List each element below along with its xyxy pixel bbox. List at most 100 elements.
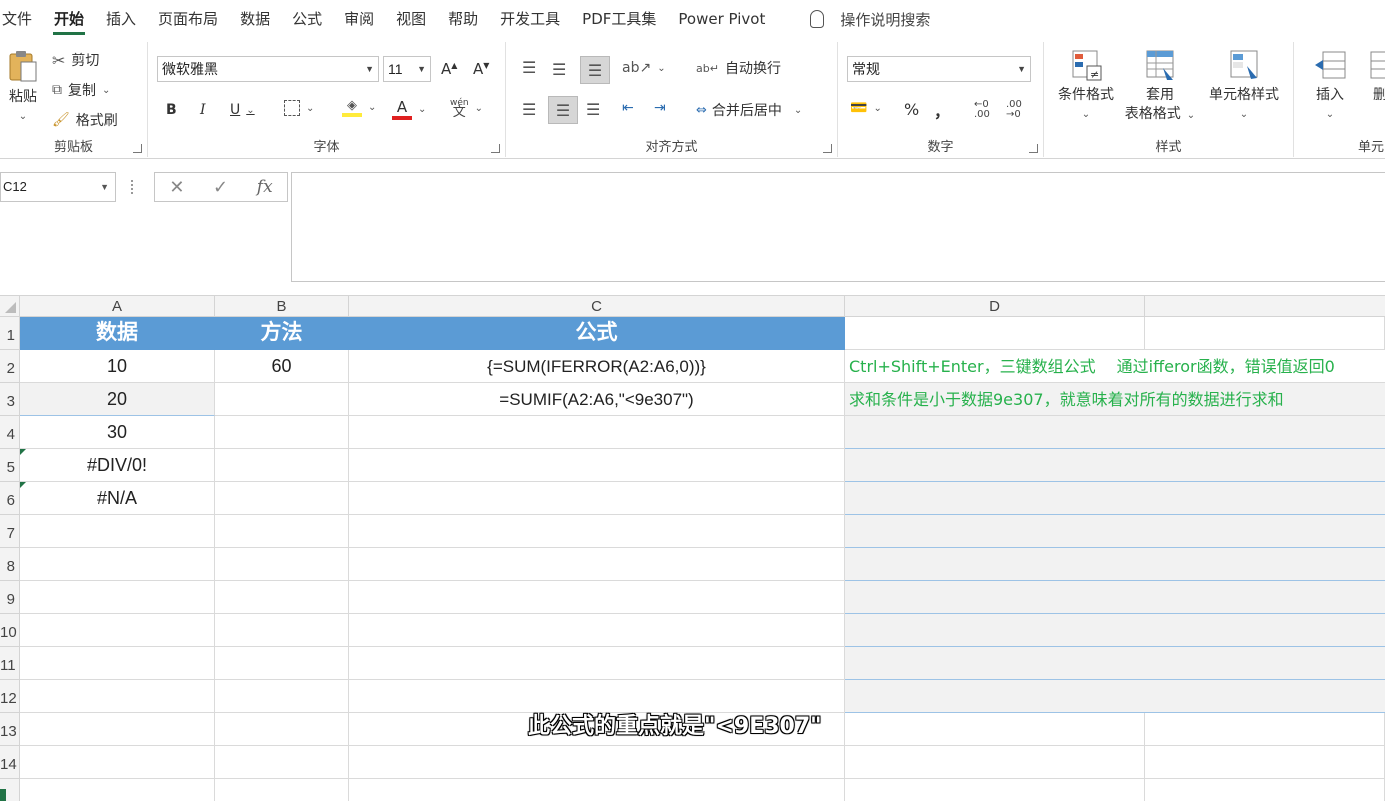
- format-as-table-button[interactable]: 套用 表格格式 ⌄: [1122, 48, 1198, 125]
- decrease-font-size-button[interactable]: A▼: [473, 60, 489, 78]
- cell-b12[interactable]: [215, 680, 349, 713]
- dialog-launcher-icon[interactable]: [491, 144, 500, 153]
- cell-c11[interactable]: [349, 647, 845, 680]
- cell-a3[interactable]: 20: [20, 383, 215, 416]
- cell-styles-button[interactable]: 单元格样式 ⌄: [1202, 48, 1286, 121]
- align-bottom-button[interactable]: ☰: [580, 56, 610, 84]
- copy-button[interactable]: ⧉ 复制 ⌄: [52, 80, 110, 100]
- cell-c14[interactable]: [349, 746, 845, 779]
- tab-help[interactable]: 帮助: [437, 0, 489, 38]
- cell-d5[interactable]: [845, 449, 1385, 482]
- cancel-icon[interactable]: ✕: [169, 177, 184, 198]
- cell-a9[interactable]: [20, 581, 215, 614]
- cell-c15[interactable]: [349, 779, 845, 801]
- cell-d9[interactable]: [845, 581, 1385, 614]
- cell-a1[interactable]: 数据: [20, 317, 215, 350]
- dialog-launcher-icon[interactable]: [823, 144, 832, 153]
- fill-color-button[interactable]: ◈ ⌄: [342, 98, 376, 117]
- column-header-d[interactable]: D: [845, 296, 1145, 317]
- cell-c5[interactable]: [349, 449, 845, 482]
- cell-e1[interactable]: [1145, 317, 1385, 350]
- cell-c3[interactable]: =SUMIF(A2:A6,"<9e307"): [349, 383, 845, 416]
- row-header-12[interactable]: 12: [0, 680, 20, 713]
- tab-file[interactable]: 文件: [0, 0, 43, 38]
- cell-d1[interactable]: [845, 317, 1145, 350]
- select-all-button[interactable]: [0, 296, 20, 317]
- cell-b3[interactable]: [215, 383, 349, 416]
- borders-button[interactable]: ⌄: [284, 100, 314, 116]
- row-header-9[interactable]: 9: [0, 581, 20, 614]
- cell-d7[interactable]: [845, 515, 1385, 548]
- cell-b10[interactable]: [215, 614, 349, 647]
- column-header-e[interactable]: [1145, 296, 1385, 317]
- row-header-5[interactable]: 5: [0, 449, 20, 482]
- cell-e13[interactable]: [1145, 713, 1385, 746]
- decrease-decimal-button[interactable]: .00 →0: [1006, 100, 1022, 120]
- align-left-button[interactable]: ☰: [522, 100, 536, 119]
- italic-button[interactable]: I: [200, 102, 206, 118]
- formula-input[interactable]: [291, 172, 1385, 282]
- cell-d13[interactable]: [845, 713, 1145, 746]
- cell-d2[interactable]: Ctrl+Shift+Enter，三键数组公式 通过ifferor函数，错误值返…: [845, 350, 1385, 383]
- bold-button[interactable]: B: [166, 102, 177, 118]
- wrap-text-button[interactable]: ab↵ 自动换行: [696, 58, 781, 78]
- merge-center-button[interactable]: ⇔ 合并后居中 ⌄: [696, 100, 802, 120]
- font-size-select[interactable]: 11 ▼: [383, 56, 431, 82]
- tab-home[interactable]: 开始: [43, 0, 95, 38]
- cell-a6[interactable]: #N/A: [20, 482, 215, 515]
- number-format-select[interactable]: 常规 ▼: [847, 56, 1031, 82]
- cell-e14[interactable]: [1145, 746, 1385, 779]
- cell-a2[interactable]: 10: [20, 350, 215, 383]
- cell-a10[interactable]: [20, 614, 215, 647]
- insert-function-icon[interactable]: fx: [257, 177, 273, 197]
- insert-cells-button[interactable]: 插入 ⌄: [1304, 48, 1356, 121]
- increase-indent-button[interactable]: ⇥: [654, 100, 666, 116]
- cell-b1[interactable]: 方法: [215, 317, 349, 350]
- cell-b7[interactable]: [215, 515, 349, 548]
- cell-c7[interactable]: [349, 515, 845, 548]
- cell-d10[interactable]: [845, 614, 1385, 647]
- tab-page-layout[interactable]: 页面布局: [147, 0, 229, 38]
- cell-c9[interactable]: [349, 581, 845, 614]
- align-center-button[interactable]: ☰: [548, 96, 578, 124]
- column-header-b[interactable]: B: [215, 296, 349, 317]
- cell-d3[interactable]: 求和条件是小于数据9e307，就意味着对所有的数据进行求和: [845, 383, 1385, 416]
- tab-view[interactable]: 视图: [385, 0, 437, 38]
- row-header-11[interactable]: 11: [0, 647, 20, 680]
- row-header-2[interactable]: 2: [0, 350, 20, 383]
- cell-d8[interactable]: [845, 548, 1385, 581]
- row-header-4[interactable]: 4: [0, 416, 20, 449]
- cell-c2[interactable]: {=SUM(IFERROR(A2:A6,0))}: [349, 350, 845, 383]
- cell-d6[interactable]: [845, 482, 1385, 515]
- cell-b11[interactable]: [215, 647, 349, 680]
- cell-a8[interactable]: [20, 548, 215, 581]
- tell-me-search[interactable]: 操作说明搜索: [810, 9, 930, 30]
- cell-a4[interactable]: 30: [20, 416, 215, 449]
- cell-b8[interactable]: [215, 548, 349, 581]
- cell-c6[interactable]: [349, 482, 845, 515]
- cell-d15[interactable]: [845, 779, 1145, 801]
- cell-d12[interactable]: [845, 680, 1385, 713]
- dialog-launcher-icon[interactable]: [133, 144, 142, 153]
- cell-a13[interactable]: [20, 713, 215, 746]
- align-right-button[interactable]: ☰: [586, 100, 600, 119]
- column-header-a[interactable]: A: [20, 296, 215, 317]
- row-header-6[interactable]: 6: [0, 482, 20, 515]
- tab-formulas[interactable]: 公式: [281, 0, 333, 38]
- cell-a5[interactable]: #DIV/0!: [20, 449, 215, 482]
- delete-cells-button[interactable]: 删: [1360, 48, 1385, 105]
- tab-pdf-tools[interactable]: PDF工具集: [571, 0, 667, 38]
- cell-d11[interactable]: [845, 647, 1385, 680]
- enter-icon[interactable]: ✓: [213, 177, 228, 198]
- cell-c8[interactable]: [349, 548, 845, 581]
- row-header-10[interactable]: 10: [0, 614, 20, 647]
- cell-b9[interactable]: [215, 581, 349, 614]
- cell-b2[interactable]: 60: [215, 350, 349, 383]
- cell-a11[interactable]: [20, 647, 215, 680]
- tab-insert[interactable]: 插入: [95, 0, 147, 38]
- cell-a7[interactable]: [20, 515, 215, 548]
- conditional-formatting-button[interactable]: ≠ 条件格式 ⌄: [1052, 48, 1120, 121]
- cell-c1[interactable]: 公式: [349, 317, 845, 350]
- accounting-format-button[interactable]: 💳 ⌄: [850, 100, 882, 116]
- format-painter-button[interactable]: 🖌 格式刷: [52, 110, 118, 130]
